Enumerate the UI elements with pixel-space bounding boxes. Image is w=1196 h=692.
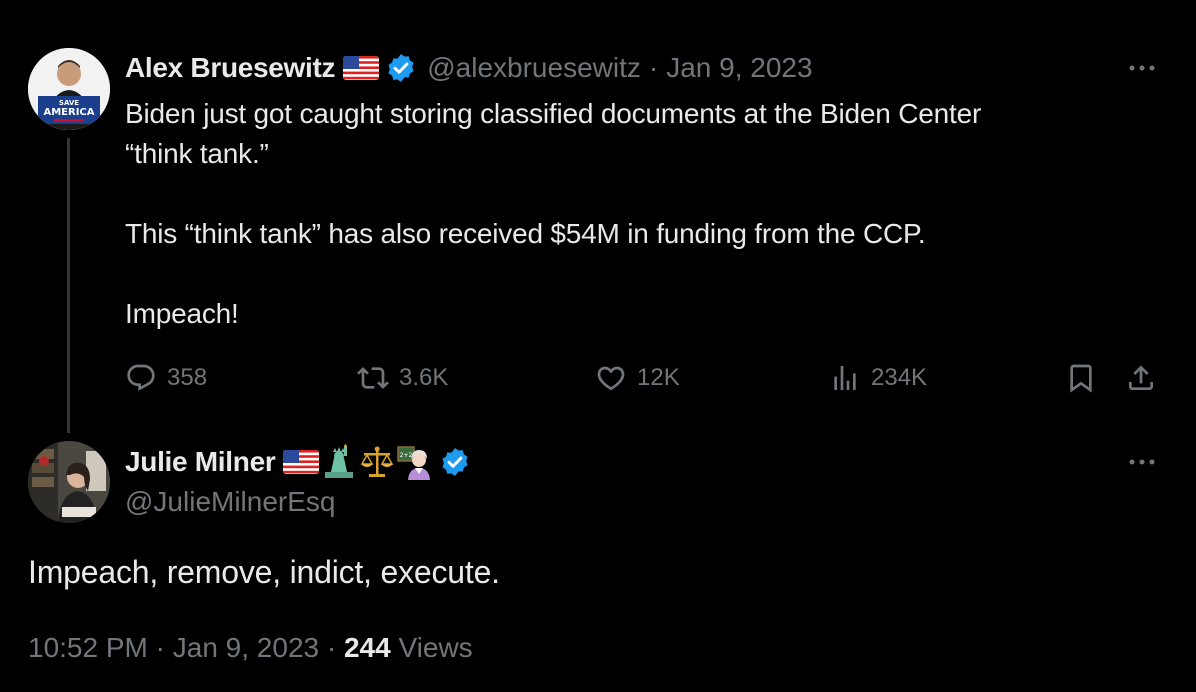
reply-count: 358 [167,364,208,391]
reply-tweet-header: Julie Milner 2+2 [125,444,471,480]
avatar-alex-bruesewitz[interactable]: SAVE AMERICA [28,48,110,130]
avatar-julie-milner[interactable] [28,441,110,523]
parent-handle[interactable]: @alexbruesewitz [427,52,641,84]
views-icon [834,366,856,390]
scales-emoji [359,444,395,480]
retweet-button[interactable]: 3.6K [357,356,448,400]
parent-display-name[interactable]: Alex Bruesewitz [125,52,336,84]
teacher-emoji: 2+2 [397,444,433,480]
reply-display-name[interactable]: Julie Milner [125,446,276,478]
retweet-icon [357,367,389,389]
more-options-icon[interactable] [1124,58,1160,78]
verified-badge-icon[interactable] [385,52,417,84]
reply-views-label: Views [398,632,473,663]
bookmark-icon [1070,364,1092,393]
retweet-count: 3.6K [399,364,449,391]
parent-tweet-text: Biden just got caught storing classified… [125,94,1155,334]
us-flag-icon [283,450,320,474]
reply-time[interactable]: 10:52 PM [28,632,148,663]
reply-views-count[interactable]: 244 [344,632,391,663]
views-count: 234K [871,364,928,391]
tweet-text-line: This “think tank” has also received $54M… [125,218,926,249]
share-icon [1129,365,1153,390]
views-button[interactable]: 234K [829,356,927,400]
header-separator: · [648,52,659,83]
svg-text:2+2: 2+2 [400,452,413,459]
meta-separator: · [155,632,165,663]
meta-separator: · [326,632,337,663]
reply-icon [127,364,155,391]
reply-handle[interactable]: @JulieMilnerEsq [125,486,336,518]
bookmark-button[interactable] [1065,356,1097,400]
tweet-action-bar: 358 3.6K 12K 234K [125,356,1165,400]
more-options-icon[interactable] [1124,452,1160,472]
tweet-text-line: “think tank.” [125,138,269,169]
tweet-text-line [125,174,1155,214]
like-icon [597,366,625,391]
parent-tweet-header: Alex Bruesewitz @alexbruesewitz · Jan 9,… [125,50,813,86]
us-flag-icon [343,56,380,80]
like-count: 12K [637,364,680,391]
like-button[interactable]: 12K [595,356,680,400]
parent-date[interactable]: Jan 9, 2023 [666,52,812,84]
tweet-text-line: Biden just got caught storing classified… [125,98,982,129]
reply-date[interactable]: Jan 9, 2023 [173,632,319,663]
reply-tweet-text: Impeach, remove, indict, execute. [28,554,500,590]
statue-of-liberty-emoji [321,444,357,480]
avatar-text-save: SAVE [59,99,79,107]
reply-button[interactable]: 358 [125,356,207,400]
tweet-text-line: Impeach! [125,298,239,329]
share-button[interactable] [1125,356,1157,400]
reply-tweet-meta: 10:52 PM · Jan 9, 2023 · 244 Views [28,632,473,664]
tweet-text-line [125,254,1155,294]
avatar-text-america: AMERICA [43,107,94,118]
verified-badge-icon[interactable] [439,446,471,478]
thread-connector-line [67,138,70,433]
